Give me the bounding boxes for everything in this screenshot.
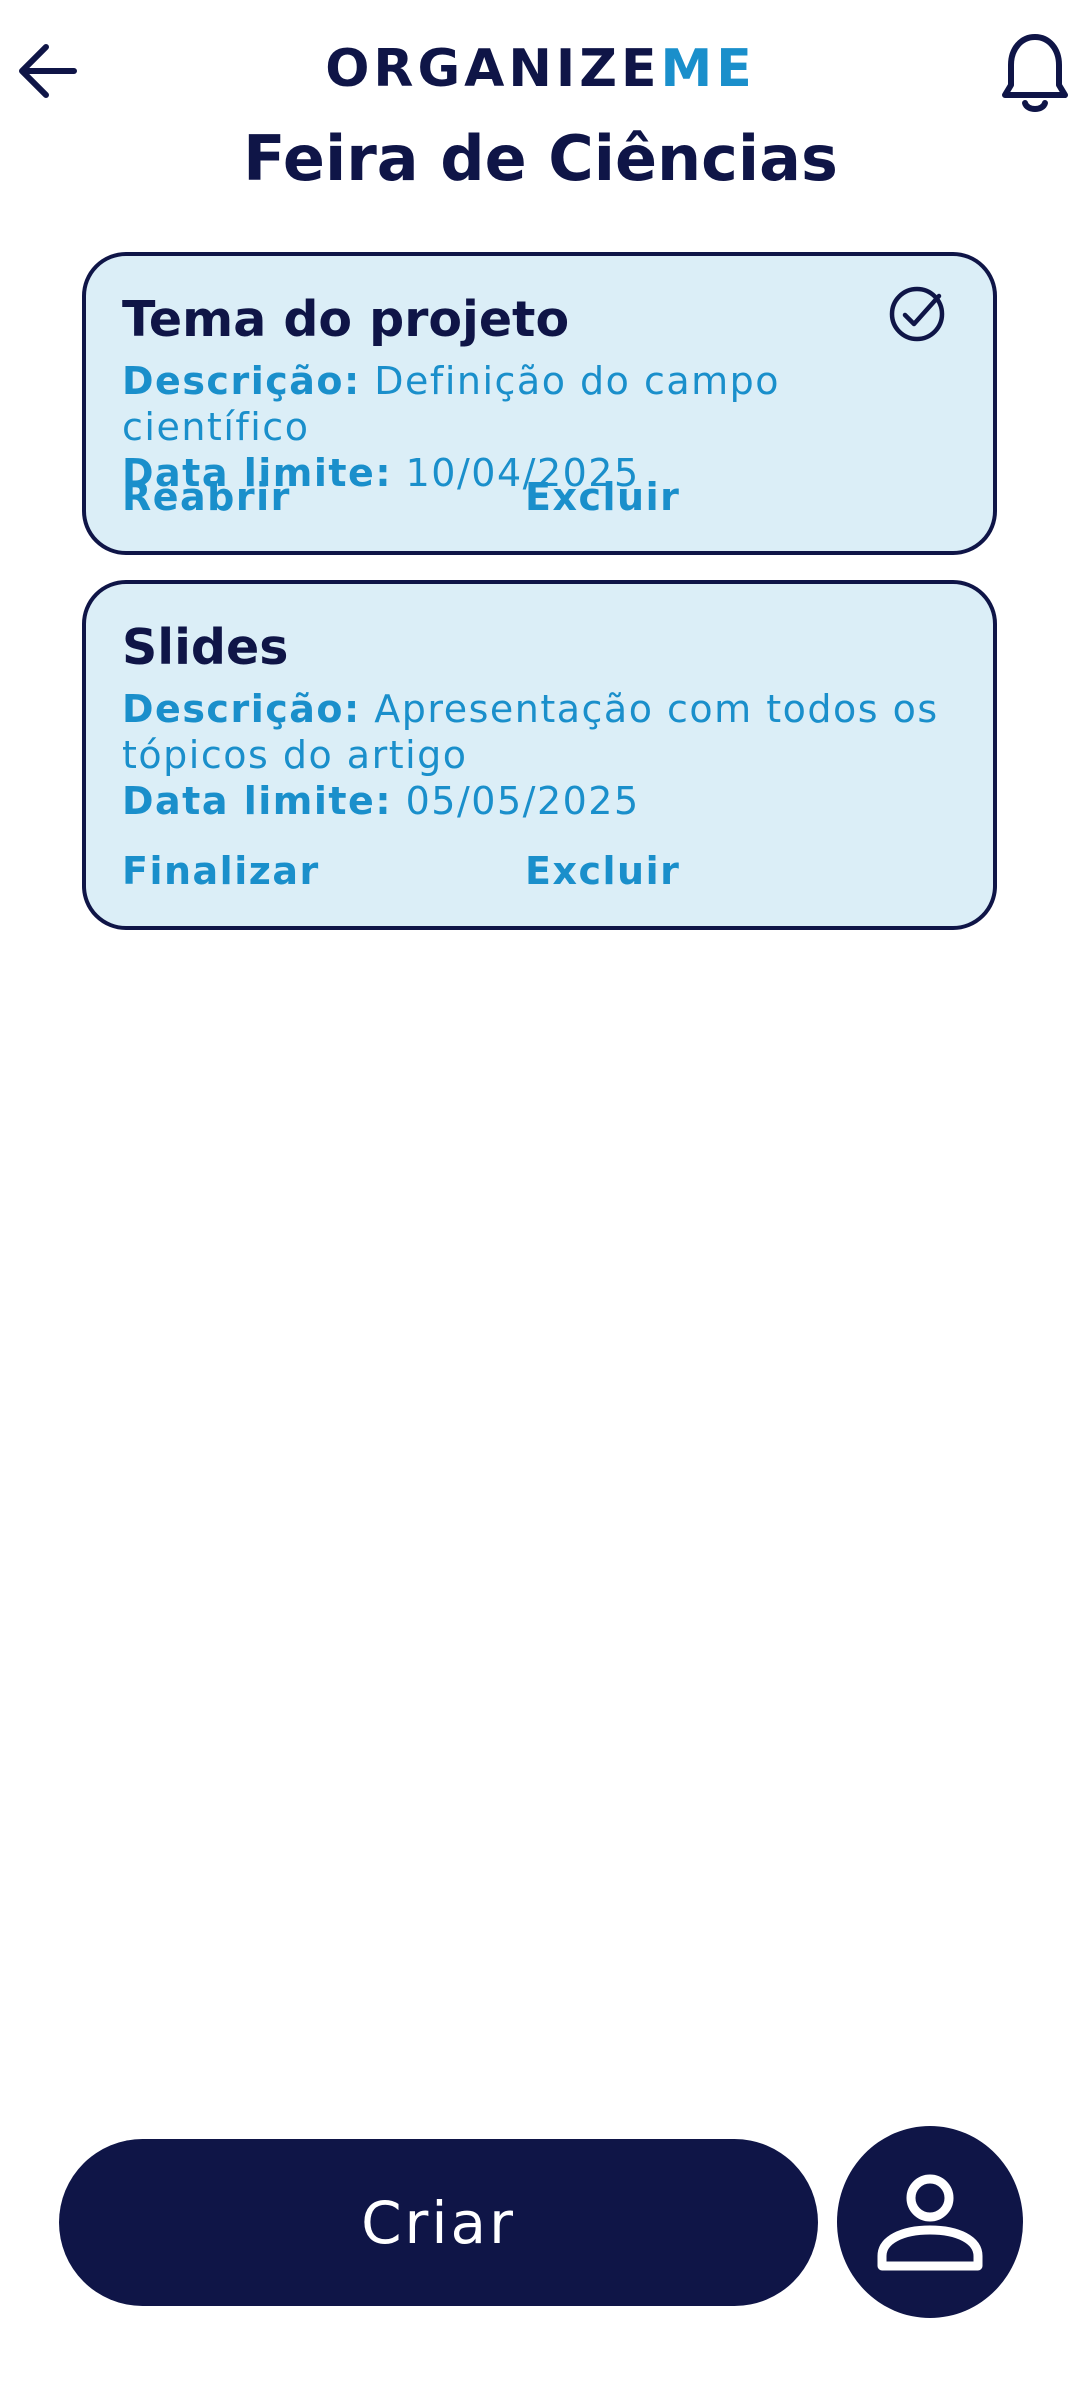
delete-button[interactable]: Excluir — [525, 474, 680, 520]
create-button[interactable]: Criar — [59, 2139, 818, 2306]
app-logo: ORGANIZEME — [0, 38, 1081, 100]
task-deadline: Data limite: 05/05/2025 — [122, 778, 957, 824]
task-card: Tema do projeto Descrição: Definição do … — [82, 252, 997, 555]
description-label: Descrição: — [122, 687, 361, 731]
task-description: Descrição: Apresentação com todos os tóp… — [122, 686, 957, 778]
check-circle-icon[interactable] — [887, 284, 947, 344]
user-icon — [877, 2174, 983, 2271]
task-title: Tema do projeto — [122, 291, 570, 348]
bell-icon — [1002, 34, 1068, 112]
profile-button[interactable] — [837, 2126, 1023, 2318]
description-label: Descrição: — [122, 359, 361, 403]
finish-button[interactable]: Finalizar — [122, 848, 320, 894]
task-description: Descrição: Definição do campo científico — [122, 358, 957, 450]
logo-text-accent: ME — [660, 39, 756, 99]
page-title: Feira de Ciências — [243, 122, 838, 195]
notifications-button[interactable] — [990, 26, 1080, 120]
delete-button[interactable]: Excluir — [525, 848, 680, 894]
task-title: Slides — [122, 619, 289, 676]
reopen-button[interactable]: Reabrir — [122, 474, 291, 520]
deadline-value: 05/05/2025 — [405, 779, 640, 823]
logo-text-main: ORGANIZE — [325, 39, 661, 99]
task-card: Slides Descrição: Apresentação com todos… — [82, 580, 997, 930]
deadline-label: Data limite: — [122, 779, 393, 823]
